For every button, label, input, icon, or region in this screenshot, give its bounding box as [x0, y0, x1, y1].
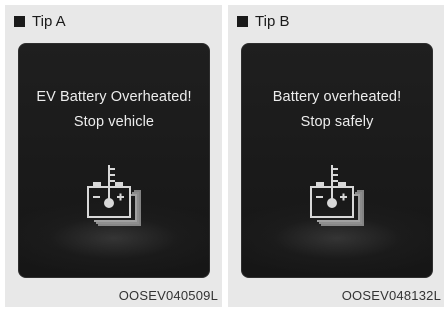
- warning-message-line2: Stop safely: [300, 114, 374, 130]
- tip-label: Tip A: [14, 12, 66, 30]
- tip-label: Tip B: [237, 12, 289, 30]
- tip-label-text: Tip A: [32, 12, 66, 30]
- warning-message-line1: EV Battery Overheated!: [36, 89, 192, 105]
- square-bullet-icon: [237, 15, 248, 27]
- figure-code: OOSEV040509L: [118, 288, 218, 303]
- cluster-display: EV Battery Overheated! Stop vehicle: [18, 43, 210, 278]
- battery-overheat-icon: [87, 165, 141, 226]
- battery-overheat-icon: [310, 165, 364, 226]
- panel-tip-a: Tip A EV Battery Overheated! Stop vehicl…: [5, 5, 222, 307]
- figure-code: OOSEV048132L: [341, 288, 441, 303]
- warning-message-line2: Stop vehicle: [73, 114, 155, 130]
- figure: Tip A EV Battery Overheated! Stop vehicl…: [0, 0, 444, 312]
- warning-message-line1: Battery overheated!: [272, 89, 402, 105]
- cluster-display: Battery overheated! Stop safely: [241, 43, 433, 278]
- panel-tip-b: Tip B Battery overheated! Stop safely OO…: [228, 5, 444, 307]
- tip-label-text: Tip B: [255, 12, 290, 30]
- square-bullet-icon: [14, 15, 25, 27]
